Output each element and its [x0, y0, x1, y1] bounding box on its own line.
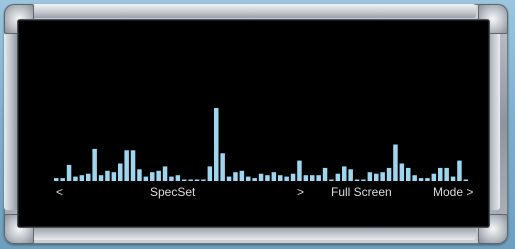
- frame-left-edge: [4, 30, 18, 210]
- spectrum-bar: [54, 178, 59, 181]
- spectrum-bar: [130, 150, 136, 181]
- spectrum-bar: [143, 176, 149, 181]
- spectrum-bar: [150, 172, 155, 181]
- spectrum-bar: [92, 148, 97, 181]
- spectrum-bar: [194, 179, 200, 181]
- spectrum-bar: [297, 160, 302, 181]
- spectrum-bar: [431, 173, 437, 181]
- spectrum-bar: [310, 175, 315, 181]
- visualizer-screen: < SpecSet > Full Screen Mode >: [18, 20, 489, 227]
- spectrum-bar: [367, 172, 373, 181]
- spectrum-bar: [374, 173, 379, 181]
- spectrum-bar: [98, 175, 104, 181]
- spectrum-bar: [118, 163, 123, 181]
- spectrum-bar: [162, 166, 168, 181]
- frame-top-edge: [28, 4, 476, 18]
- preset-name-label: SpecSet: [150, 185, 196, 199]
- mode-button[interactable]: Mode >: [433, 185, 473, 199]
- spectrum-bar: [246, 176, 251, 181]
- spectrum-bar: [278, 175, 283, 181]
- spectrum-bar: [169, 176, 174, 181]
- spectrum-bar: [290, 173, 296, 181]
- spectrum-bar: [201, 179, 206, 181]
- next-preset-button[interactable]: >: [297, 185, 304, 199]
- spectrum-bar: [329, 179, 334, 181]
- spectrum-bar: [220, 153, 225, 181]
- frame-bottom-edge: [28, 226, 476, 240]
- spectrum-bar: [111, 172, 117, 181]
- spectrum-bar: [303, 175, 309, 181]
- spectrum-bar: [233, 172, 238, 181]
- spectrum-bar: [444, 167, 449, 181]
- spectrum-bar: [137, 169, 142, 181]
- spectrum-bar: [425, 178, 430, 181]
- spectrum-bar: [271, 172, 277, 181]
- spectrum-bar: [156, 170, 161, 181]
- spectrum-bar: [79, 175, 85, 181]
- spectrum-bar: [105, 170, 110, 181]
- spectrum-bar: [386, 167, 392, 181]
- spectrum-bar: [182, 179, 187, 181]
- spectrum-bar: [188, 179, 193, 181]
- spectrum-bar: [354, 179, 360, 181]
- spectrum-bar: [207, 166, 213, 181]
- spectrum-bar: [463, 179, 469, 181]
- spectrum-bar: [438, 167, 443, 181]
- full-screen-button[interactable]: Full Screen: [331, 185, 392, 199]
- spectrum-bar: [418, 178, 424, 181]
- spectrum-bar: [226, 176, 232, 181]
- spectrum-bar: [239, 170, 245, 181]
- spectrum-bar: [316, 175, 321, 181]
- spectrum-bar: [399, 163, 405, 181]
- spectrum-bar: [66, 164, 72, 181]
- spectrum-bar: [73, 176, 78, 181]
- spectrum-bar: [457, 160, 462, 181]
- spectrum-bar: [348, 169, 353, 181]
- previous-preset-button[interactable]: <: [56, 185, 63, 199]
- spectrum-bar: [265, 175, 270, 181]
- spectrum-bar: [450, 176, 456, 181]
- spectrum-bar: [175, 175, 181, 181]
- spectrum-analyzer: [54, 108, 469, 181]
- spectrum-bar: [406, 167, 411, 181]
- spectrum-bar: [342, 166, 347, 181]
- spectrum-bar: [322, 167, 328, 181]
- spectrum-bar: [60, 178, 65, 181]
- spectrum-bar: [335, 173, 341, 181]
- spectrum-bar: [412, 175, 417, 181]
- spectrum-bar: [124, 150, 129, 181]
- spectrum-bar: [361, 179, 366, 181]
- spectrum-bar: [380, 172, 385, 181]
- spectrum-bar: [214, 108, 219, 181]
- spectrum-bar: [252, 178, 257, 181]
- spectrum-bar: [258, 173, 264, 181]
- spectrum-bar: [86, 173, 91, 181]
- spectrum-bar: [284, 176, 289, 181]
- spectrum-bar: [393, 144, 398, 181]
